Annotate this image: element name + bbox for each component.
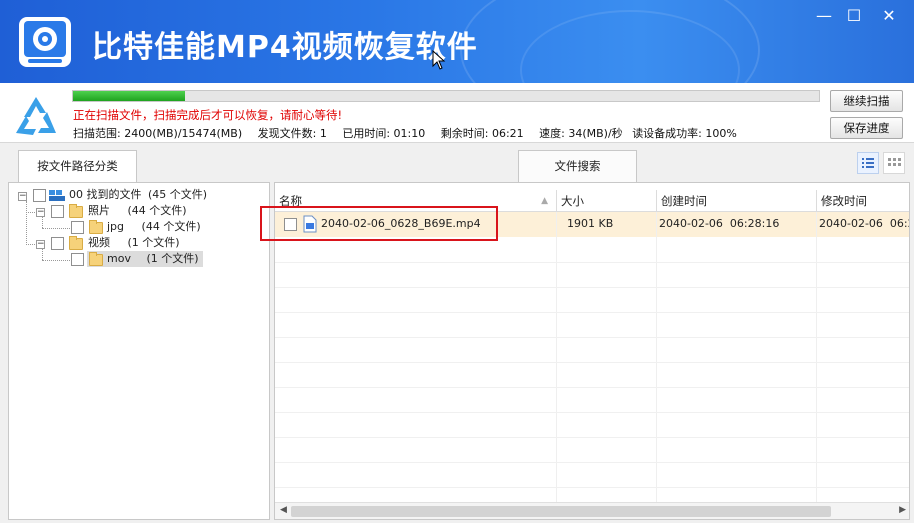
row-divider — [275, 437, 909, 438]
maximize-button[interactable]: ☐ — [842, 6, 866, 26]
tree-item-count: (1 个文件) — [127, 236, 180, 249]
column-divider — [816, 212, 817, 502]
drive-icon — [49, 190, 65, 201]
scrollbar-thumb[interactable] — [291, 506, 831, 517]
file-modified-time: 2040-02-06 06:28 — [819, 217, 909, 230]
horizontal-scrollbar[interactable]: ◀ ▶ — [275, 502, 909, 519]
tree-item-video[interactable]: 视频 (1 个文件) — [88, 235, 180, 251]
tree-connector — [42, 249, 43, 260]
title-bar: 比特佳能MP4视频恢复软件 — ☐ ✕ — [0, 0, 914, 83]
tree-item-label: 照片 — [88, 204, 110, 217]
folder-tree-panel: − 00 找到的文件 (45 个文件) − 照片 (44 个文件) jpg (4… — [8, 182, 270, 520]
row-divider — [275, 337, 909, 338]
scroll-right-icon[interactable]: ▶ — [899, 505, 906, 515]
row-divider — [275, 262, 909, 263]
folder-icon — [69, 236, 83, 250]
list-view-button[interactable] — [857, 152, 879, 174]
scan-progress-bar — [72, 90, 820, 102]
list-view-icon — [862, 158, 874, 168]
column-modified[interactable]: 修改时间 — [816, 190, 909, 212]
grid-view-button[interactable] — [883, 152, 905, 174]
column-created[interactable]: 创建时间 — [656, 190, 816, 212]
tree-item-label: 00 找到的文件 — [69, 188, 142, 201]
tab-by-path[interactable]: 按文件路径分类 — [18, 150, 137, 182]
row-divider — [275, 312, 909, 313]
mouse-cursor-icon — [432, 50, 446, 70]
row-divider — [275, 387, 909, 388]
tree-connector — [42, 260, 72, 261]
tab-file-search[interactable]: 文件搜索 — [518, 150, 637, 182]
column-divider — [656, 212, 657, 502]
highlight-box — [260, 206, 498, 241]
save-progress-button[interactable]: 保存进度 — [830, 117, 903, 139]
folder-icon — [89, 252, 103, 266]
row-divider — [275, 412, 909, 413]
file-size: 1901 KB — [567, 217, 614, 230]
elapsed-time: 已用时间: 01:10 — [342, 127, 426, 140]
row-divider — [275, 487, 909, 488]
files-found: 发现文件数: 1 — [257, 127, 327, 140]
close-button[interactable]: ✕ — [877, 6, 901, 26]
tree-checkbox-video[interactable] — [51, 237, 64, 250]
scan-progress-fill — [73, 91, 185, 101]
tree-connector — [26, 244, 35, 245]
tree-item-count: (44 个文件) — [127, 204, 187, 217]
tree-connector — [42, 228, 72, 229]
column-size[interactable]: 大小 — [556, 190, 656, 212]
tree-item-count: (1 个文件) — [146, 252, 199, 265]
tree-checkbox-photos[interactable] — [51, 205, 64, 218]
grid-view-icon — [888, 158, 901, 166]
tree-item-count: (44 个文件) — [141, 220, 201, 233]
tree-checkbox-jpg[interactable] — [71, 221, 84, 234]
tree-item-label: 视频 — [88, 236, 110, 249]
scan-stats: 扫描范围: 2400(MB)/15474(MB) 发现文件数: 1 已用时间: … — [73, 125, 749, 141]
app-logo-icon — [19, 17, 71, 67]
read-success-rate: 读设备成功率: 100% — [632, 127, 737, 140]
row-divider — [275, 462, 909, 463]
scan-range: 扫描范围: 2400(MB)/15474(MB) — [73, 127, 243, 140]
row-divider — [275, 362, 909, 363]
folder-icon — [69, 204, 83, 218]
scan-status-panel: 正在扫描文件，扫描完成后才可以恢复，请耐心等待! 扫描范围: 2400(MB)/… — [0, 83, 914, 143]
scan-warning-text: 正在扫描文件，扫描完成后才可以恢复，请耐心等待! — [73, 108, 343, 122]
row-divider — [275, 287, 909, 288]
remaining-time: 剩余时间: 06:21 — [440, 127, 524, 140]
tree-item-root[interactable]: 00 找到的文件 (45 个文件) — [69, 187, 207, 203]
column-divider — [556, 212, 557, 502]
tree-item-photos[interactable]: 照片 (44 个文件) — [88, 203, 187, 219]
file-created-time: 2040-02-06 06:28:16 — [659, 217, 780, 230]
scan-cycle-icon — [16, 97, 56, 135]
scan-speed: 速度: 34(MB)/秒 — [539, 127, 623, 140]
app-title: 比特佳能MP4视频恢复软件 — [92, 30, 478, 65]
tree-item-mov[interactable]: mov (1 个文件) — [87, 251, 203, 267]
tree-item-label: jpg — [107, 220, 125, 233]
continue-scan-button[interactable]: 继续扫描 — [830, 90, 903, 112]
tree-collapse-toggle[interactable]: − — [36, 208, 45, 217]
tree-checkbox-mov[interactable] — [71, 253, 84, 266]
tree-connector — [26, 201, 27, 245]
tree-item-jpg[interactable]: jpg (44 个文件) — [107, 219, 201, 235]
sort-up-icon: ▲ — [541, 196, 548, 206]
tree-connector — [42, 217, 43, 228]
minimize-button[interactable]: — — [812, 6, 836, 26]
scroll-left-icon[interactable]: ◀ — [280, 505, 287, 515]
tree-item-label: mov — [107, 252, 131, 265]
tree-item-count: (45 个文件) — [148, 188, 208, 201]
tree-collapse-toggle[interactable]: − — [18, 192, 27, 201]
tree-connector — [26, 212, 35, 213]
tree-checkbox-root[interactable] — [33, 189, 46, 202]
folder-icon — [89, 220, 103, 234]
tree-collapse-toggle[interactable]: − — [36, 240, 45, 249]
